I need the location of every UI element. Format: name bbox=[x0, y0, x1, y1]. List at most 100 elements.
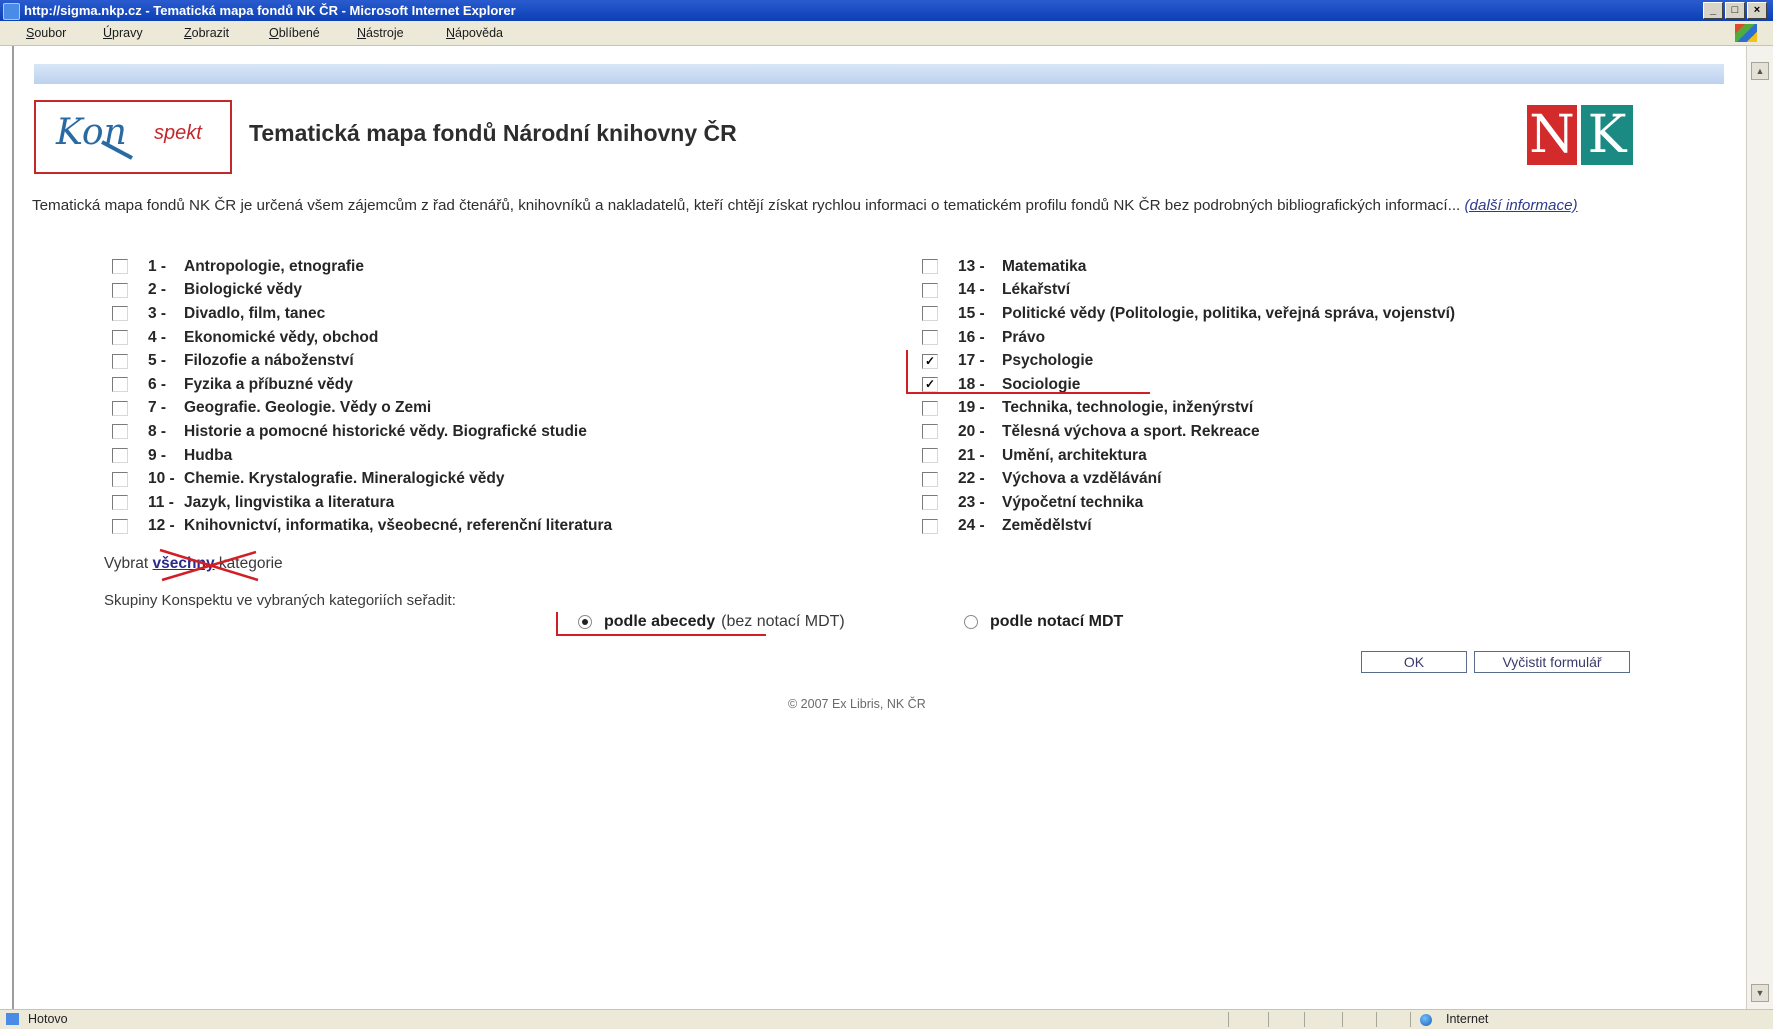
menu-bar: Soubor Úpravy Zobrazit Oblíbené Nástroje… bbox=[0, 21, 1773, 46]
category-checkbox[interactable] bbox=[922, 330, 938, 346]
category-checkbox[interactable] bbox=[112, 400, 128, 416]
sort-mdt-option[interactable]: podle notací MDT bbox=[964, 613, 1123, 631]
intro-text: Tematická mapa fondů NK ČR je určená vše… bbox=[32, 197, 1461, 214]
category-item[interactable]: 5 - Filozofie a náboženství bbox=[112, 349, 612, 373]
menu-soubor[interactable]: Soubor bbox=[26, 21, 66, 45]
sort-alphabetical-label: podle abecedy bbox=[604, 613, 716, 630]
category-item[interactable]: 2 - Biologické vědy bbox=[112, 279, 612, 303]
category-checkbox[interactable] bbox=[922, 448, 938, 464]
category-item[interactable]: 9 - Hudba bbox=[112, 444, 612, 468]
category-checkbox[interactable] bbox=[112, 377, 128, 393]
category-checkbox[interactable]: ✓ bbox=[922, 377, 938, 393]
category-checkbox[interactable] bbox=[112, 471, 128, 487]
category-item[interactable]: 20 - Tělesná výchova a sport. Rekreace bbox=[922, 420, 1455, 444]
category-number: 9 - bbox=[148, 446, 167, 464]
category-label: Divadlo, film, tanec bbox=[184, 304, 326, 322]
category-checkbox[interactable] bbox=[112, 259, 128, 275]
category-item[interactable]: 23 - Výpočetní technika bbox=[922, 491, 1455, 515]
category-checkbox[interactable] bbox=[112, 306, 128, 322]
category-checkbox[interactable] bbox=[922, 259, 938, 275]
menu-oblibene[interactable]: Oblíbené bbox=[269, 21, 320, 45]
category-item[interactable]: 11 - Jazyk, lingvistika a literatura bbox=[112, 491, 612, 515]
sort-alphabetical-option[interactable]: podle abecedy (bez notací MDT) bbox=[578, 613, 845, 631]
category-label: Technika, technologie, inženýrství bbox=[1002, 399, 1254, 417]
sort-alphabetical-radio[interactable] bbox=[578, 615, 592, 629]
scroll-down-arrow-icon[interactable]: ▼ bbox=[1751, 984, 1769, 1002]
category-item[interactable]: 15 - Politické vědy (Politologie, politik… bbox=[922, 302, 1455, 326]
category-checkbox[interactable] bbox=[112, 353, 128, 369]
category-checkbox[interactable] bbox=[112, 518, 128, 534]
category-number: 22 - bbox=[958, 470, 985, 488]
category-number: 12 - bbox=[148, 517, 175, 535]
menu-nastroje[interactable]: Nástroje bbox=[357, 21, 404, 45]
category-checkbox[interactable] bbox=[922, 282, 938, 298]
window-title-bar[interactable]: http://sigma.nkp.cz - Tematická mapa fon… bbox=[0, 0, 1773, 21]
category-label: Hudba bbox=[184, 446, 233, 464]
category-item[interactable]: ✓ 17 - Psychologie bbox=[922, 349, 1455, 373]
category-item[interactable]: 1 - Antropologie, etnografie bbox=[112, 255, 612, 279]
category-checkbox[interactable] bbox=[112, 448, 128, 464]
category-item[interactable]: 14 - Lékařství bbox=[922, 279, 1455, 303]
category-checkbox[interactable] bbox=[922, 400, 938, 416]
status-bar: Hotovo Internet bbox=[0, 1009, 1773, 1029]
categories-left-column: 1 - Antropologie, etnografie 2 - Biologické… bbox=[112, 255, 612, 538]
header-strip bbox=[34, 64, 1724, 84]
category-item[interactable]: 21 - Umění, architektura bbox=[922, 444, 1455, 468]
menu-zobrazit[interactable]: Zobrazit bbox=[184, 21, 229, 45]
category-item[interactable]: 7 - Geografie. Geologie. Vědy o Zemi bbox=[112, 397, 612, 421]
status-text: Hotovo bbox=[28, 1012, 68, 1026]
window-title: http://sigma.nkp.cz - Tematická mapa fon… bbox=[24, 3, 516, 18]
category-item[interactable]: 24 - Zemědělství bbox=[922, 515, 1455, 539]
category-checkbox[interactable] bbox=[922, 518, 938, 534]
category-item[interactable]: 22 - Výchova a vzdělávání bbox=[922, 467, 1455, 491]
category-item[interactable]: 8 - Historie a pomocné historické vědy. B… bbox=[112, 420, 612, 444]
clear-form-button[interactable]: Vyčistit formulář bbox=[1474, 651, 1630, 673]
category-checkbox[interactable] bbox=[112, 495, 128, 511]
more-info-link[interactable]: (další informace) bbox=[1465, 197, 1578, 214]
minimize-button[interactable]: _ bbox=[1703, 2, 1723, 19]
category-number: 20 - bbox=[958, 422, 985, 440]
ok-button[interactable]: OK bbox=[1361, 651, 1467, 673]
nk-logo[interactable]: N K bbox=[1527, 105, 1633, 165]
category-number: 24 - bbox=[958, 517, 985, 535]
category-checkbox[interactable] bbox=[922, 471, 938, 487]
category-number: 21 - bbox=[958, 446, 985, 464]
category-label: Politické vědy (Politologie, politika, v… bbox=[1002, 304, 1456, 322]
category-item[interactable]: 19 - Technika, technologie, inženýrství bbox=[922, 397, 1455, 421]
konspekt-logo[interactable]: Kon spekt bbox=[34, 100, 232, 174]
scroll-up-arrow-icon[interactable]: ▲ bbox=[1751, 62, 1769, 80]
status-divider bbox=[1304, 1012, 1305, 1027]
category-checkbox[interactable] bbox=[922, 424, 938, 440]
category-checkbox[interactable] bbox=[922, 495, 938, 511]
vertical-scrollbar[interactable]: ▲ ▼ bbox=[1746, 46, 1773, 1009]
sort-mdt-radio[interactable] bbox=[964, 615, 978, 629]
category-label: Jazyk, lingvistika a literatura bbox=[184, 493, 395, 511]
konspekt-logo-tail: spekt bbox=[154, 122, 202, 144]
menu-upravy[interactable]: Úpravy bbox=[103, 21, 143, 45]
annotation-red-cross bbox=[159, 548, 259, 582]
category-number: 6 - bbox=[148, 375, 167, 393]
page-done-icon bbox=[6, 1013, 19, 1025]
category-item[interactable]: 12 - Knihovnictví, informatika, všeobecné… bbox=[112, 515, 612, 539]
category-item[interactable]: 6 - Fyzika a příbuzné vědy bbox=[112, 373, 612, 397]
maximize-button[interactable]: □ bbox=[1725, 2, 1745, 19]
menu-napoveda[interactable]: Nápověda bbox=[446, 21, 503, 45]
nk-logo-k: K bbox=[1581, 105, 1633, 165]
category-checkbox[interactable]: ✓ bbox=[922, 353, 938, 369]
annotation-red-line-vertical bbox=[906, 350, 908, 394]
category-number: 17 - bbox=[958, 352, 985, 370]
category-item[interactable]: 16 - Právo bbox=[922, 326, 1455, 350]
category-label: Umění, architektura bbox=[1002, 446, 1147, 464]
window-controls: _ □ × bbox=[1703, 2, 1767, 19]
page-title: Tematická mapa fondů Národní knihovny ČR bbox=[249, 120, 737, 146]
close-button[interactable]: × bbox=[1747, 2, 1767, 19]
category-item[interactable]: 3 - Divadlo, film, tanec bbox=[112, 302, 612, 326]
category-checkbox[interactable] bbox=[922, 306, 938, 322]
category-checkbox[interactable] bbox=[112, 330, 128, 346]
category-item[interactable]: 4 - Ekonomické vědy, obchod bbox=[112, 326, 612, 350]
sort-mdt-label: podle notací MDT bbox=[990, 613, 1124, 630]
category-checkbox[interactable] bbox=[112, 424, 128, 440]
category-checkbox[interactable] bbox=[112, 282, 128, 298]
category-item[interactable]: 13 - Matematika bbox=[922, 255, 1455, 279]
category-item[interactable]: 10 - Chemie. Krystalografie. Mineralogick… bbox=[112, 467, 612, 491]
